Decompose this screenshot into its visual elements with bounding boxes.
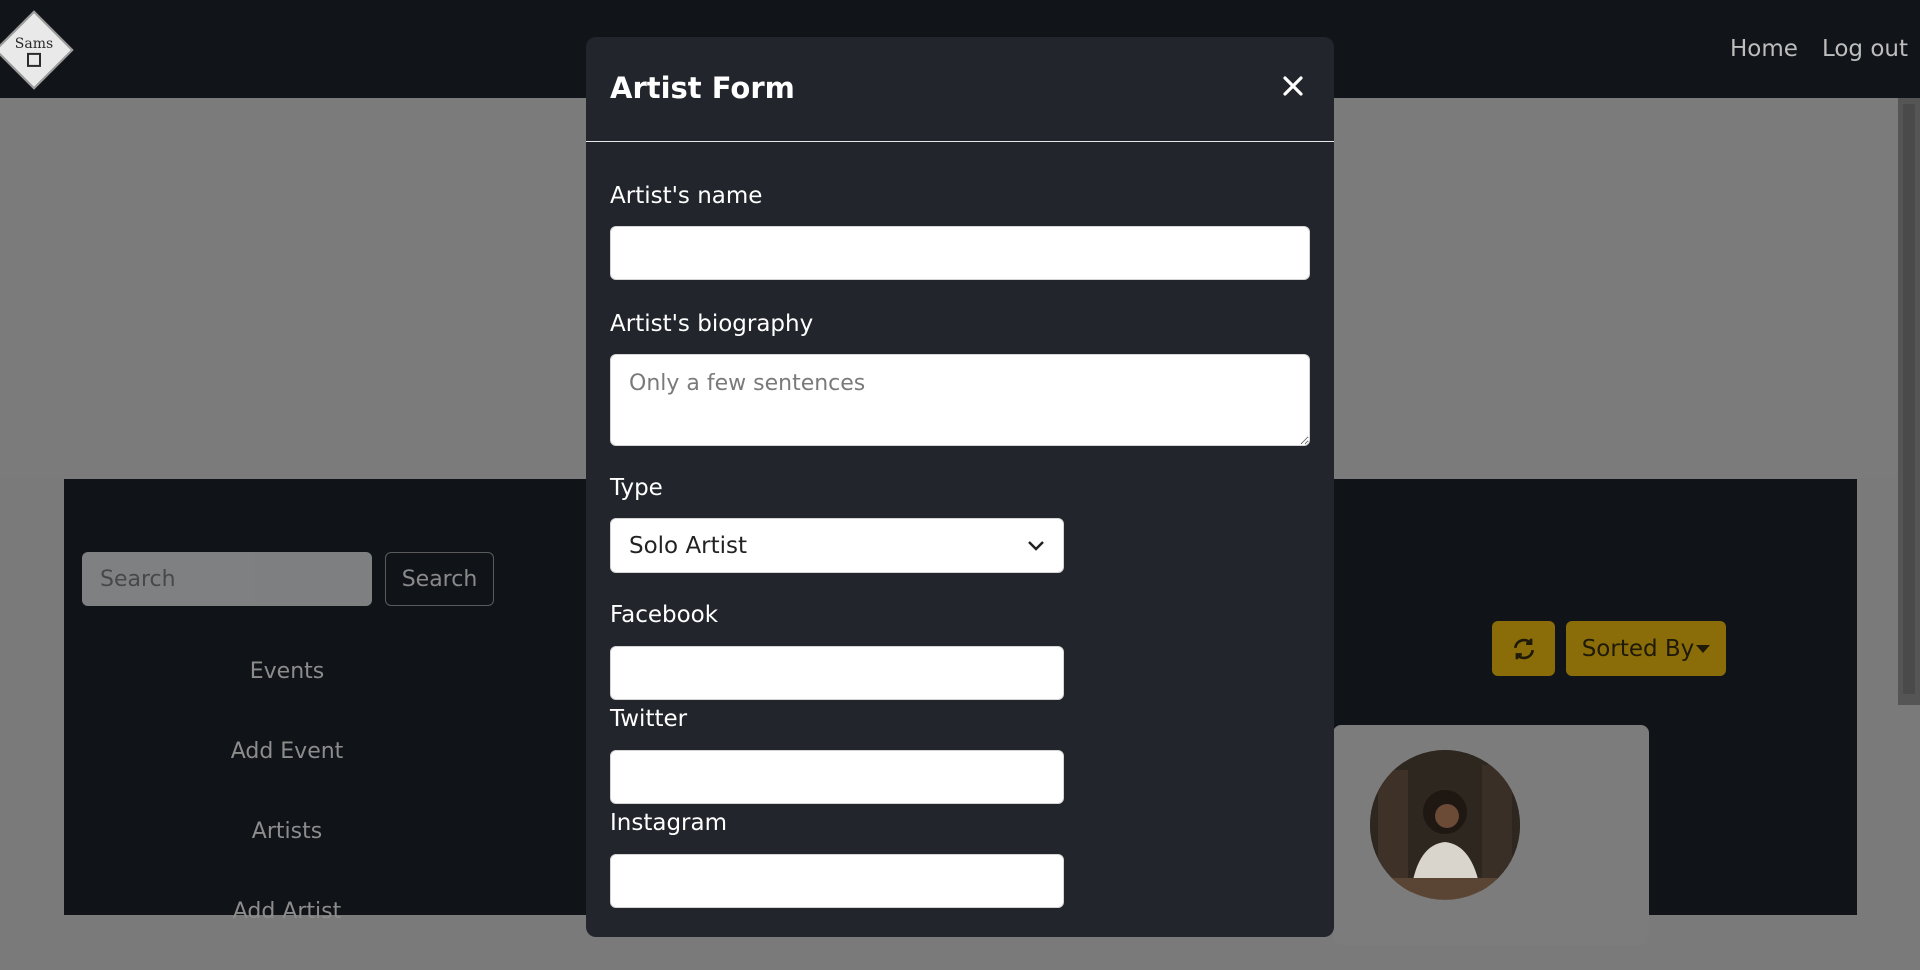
side-menu-item-add-artist[interactable]: Add Artist xyxy=(82,890,492,970)
modal-title: Artist Form xyxy=(610,71,795,105)
artist-name-label: Artist's name xyxy=(610,183,763,209)
search-input[interactable] xyxy=(82,552,372,606)
nav-link-logout[interactable]: Log out xyxy=(1822,36,1908,62)
page-scrollbar[interactable] xyxy=(1898,98,1920,705)
refresh-button[interactable] xyxy=(1492,621,1555,676)
artist-avatar xyxy=(1370,750,1520,900)
caret-down-icon xyxy=(1696,645,1711,653)
nav-links: Home Log out xyxy=(1730,36,1908,62)
instagram-input[interactable] xyxy=(610,854,1064,908)
close-button[interactable] xyxy=(1278,73,1308,103)
nav-link-home[interactable]: Home xyxy=(1730,36,1798,62)
modal-header: Artist Form xyxy=(586,37,1334,142)
artist-biography-textarea[interactable] xyxy=(610,354,1310,446)
twitter-label: Twitter xyxy=(610,706,688,732)
side-menu: Events Add Event Artists Add Artist xyxy=(82,650,492,970)
artist-form-modal: Artist Form Artist's name Artist's biogr… xyxy=(586,37,1334,937)
search-button[interactable]: Search xyxy=(385,552,494,606)
artist-name-input[interactable] xyxy=(610,226,1310,280)
twitter-input[interactable] xyxy=(610,750,1064,804)
type-selected-value: Solo Artist xyxy=(629,532,748,559)
type-select[interactable]: Solo Artist xyxy=(610,518,1064,573)
artist-biography-label: Artist's biography xyxy=(610,311,814,337)
type-label: Type xyxy=(610,475,663,501)
sorted-by-dropdown[interactable]: Sorted By xyxy=(1566,621,1726,676)
avatar-image xyxy=(1370,750,1520,900)
facebook-label: Facebook xyxy=(610,602,719,628)
logo-diamond-icon xyxy=(27,52,41,67)
scrollbar-thumb[interactable] xyxy=(1903,104,1915,694)
close-icon xyxy=(1283,76,1303,96)
refresh-icon xyxy=(1513,638,1534,659)
side-menu-item-events[interactable]: Events xyxy=(82,650,492,730)
side-menu-item-artists[interactable]: Artists xyxy=(82,810,492,890)
instagram-label: Instagram xyxy=(610,810,728,836)
logo-text: Sams xyxy=(14,36,54,52)
side-menu-item-add-event[interactable]: Add Event xyxy=(82,730,492,810)
facebook-input[interactable] xyxy=(610,646,1064,700)
chevron-down-icon xyxy=(1028,540,1044,551)
sorted-by-label: Sorted By xyxy=(1581,635,1695,662)
